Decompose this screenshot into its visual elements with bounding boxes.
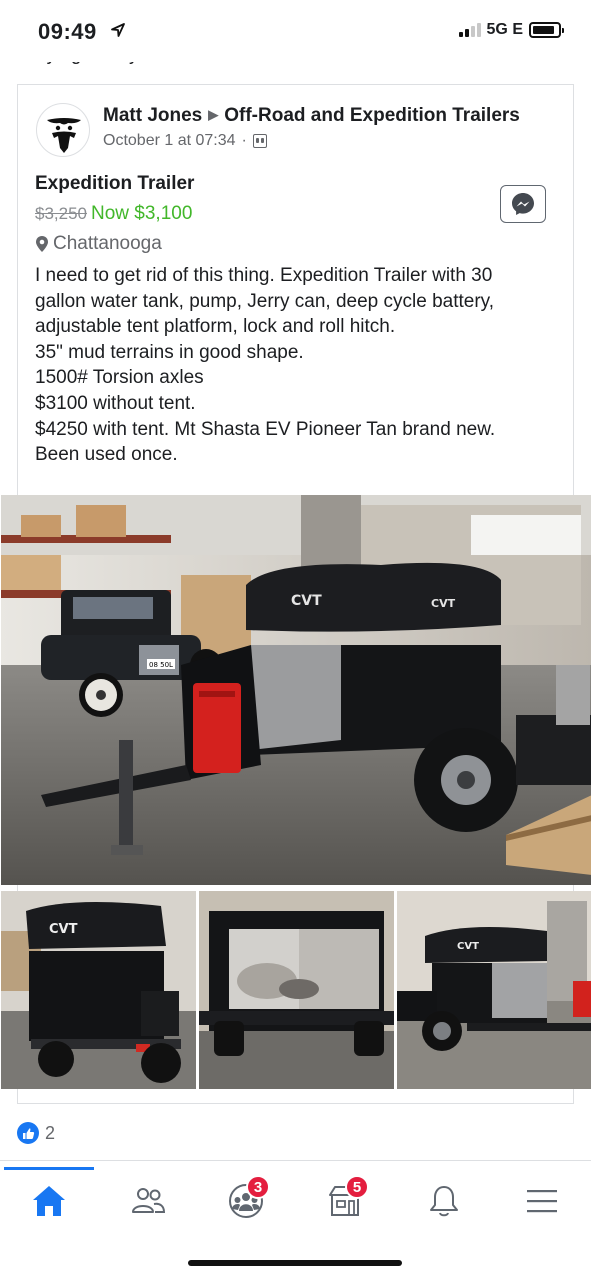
avatar[interactable] [36,103,90,157]
post-card: Matt Jones ▶ Off-Road and Expedition Trail… [1,84,591,1104]
post-timestamp[interactable]: October 1 at 07:34 [103,132,236,150]
tent-brand-text: CVT [431,597,456,610]
status-indicators: 5G E [458,21,564,39]
location-pin-icon [36,236,48,252]
expedition-trailer-photo[interactable]: 08 50L CVT CVT [1,495,591,885]
signal-icon [458,23,481,37]
like-icon [17,1122,39,1144]
nav-menu[interactable] [512,1179,572,1223]
nav-notifications[interactable] [414,1179,474,1223]
plate-text: 08 50L [149,661,173,669]
trailer-open-illustration [199,891,394,1089]
trailer-side-photo[interactable]: CVT [397,891,591,1089]
reactions-summary[interactable]: 2 [17,1122,55,1144]
description-line: 1500# Torsion axles [35,367,204,389]
post-meta: October 1 at 07:34 · [103,132,267,150]
trailer-rear-photo[interactable]: CVT [1,891,196,1089]
description-line: $3100 without tent. [35,392,196,414]
description-line: Been used once. [35,444,178,466]
description-line: gallon water tank, pump, Jerry can, deep… [35,290,495,312]
new-price: Now $3,100 [91,203,193,224]
status-time: 09:49 [38,19,97,44]
trailer-side-illustration: CVT [397,891,591,1089]
groups-badge: 3 [246,1175,270,1199]
nav-groups[interactable]: 3 [216,1175,276,1223]
home-icon [33,1186,65,1216]
tent-brand-text: CVT [49,922,78,937]
listing-location: Chattanooga [35,233,162,255]
menu-icon [527,1190,557,1213]
old-price: $3,250 [35,204,87,223]
avatar-mustache-icon [47,118,81,153]
trailer-rear-illustration: CVT [1,891,196,1089]
listing-title: Expedition Trailer [35,173,195,194]
home-indicator[interactable] [188,1260,402,1266]
description-line: I need to get rid of this thing. Expedit… [35,265,493,286]
battery-icon [529,22,564,38]
group-audience-icon [252,134,267,148]
nav-marketplace[interactable]: 5 [315,1175,375,1223]
tent-brand-text: CVT [457,941,479,952]
description-line: 35" mud terrains in good shape. [35,341,304,363]
nav-friends[interactable] [118,1179,178,1223]
post-header: Matt Jones ▶ Off-Road and Expedition Trail… [103,105,520,127]
tent-brand-text: CVT [291,593,322,609]
messenger-icon [512,193,534,215]
location-arrow-icon [111,23,125,37]
listing-description: I need to get rid of this thing. Expedit… [35,263,565,468]
status-bar: 09:49 5G E [0,0,591,62]
friends-icon [132,1188,166,1213]
photo-thumbnails: CVT CVT [1,891,591,1089]
location-name: Chattanooga [53,233,162,254]
like-count: 2 [45,1122,56,1143]
nav-home[interactable] [19,1179,79,1223]
group-name[interactable]: Off-Road and Expedition Trailers [224,105,520,126]
active-tab-indicator [4,1167,94,1170]
marketplace-badge: 5 [345,1175,369,1199]
price-row: $3,250 Now $3,100 [35,203,192,225]
network-type: 5G E [486,21,523,38]
meta-separator: · [241,132,247,149]
trailer-photo-illustration: 08 50L CVT CVT [1,495,591,885]
message-seller-button[interactable] [500,185,546,223]
trailer-open-storage-photo[interactable] [199,891,394,1089]
author-name[interactable]: Matt Jones [103,105,202,126]
arrow-right-icon: ▶ [208,107,219,122]
bell-icon [430,1186,458,1217]
description-line: adjustable tent platform, lock and roll … [35,316,396,338]
description-line: $4250 with tent. Mt Shasta EV Pioneer Ta… [35,418,496,440]
